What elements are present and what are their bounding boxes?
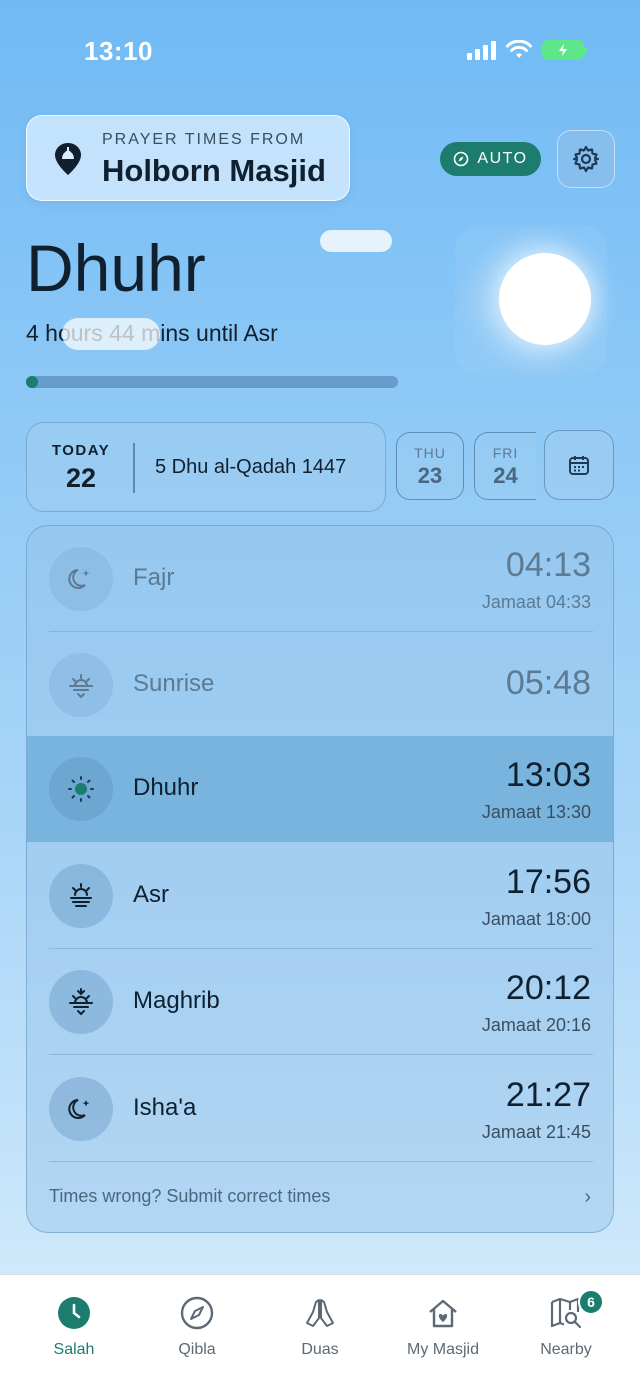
- auto-location-toggle[interactable]: AUTO: [440, 142, 541, 176]
- cloud-decoration: [62, 318, 160, 350]
- prayer-time: 17:56: [505, 863, 591, 901]
- prayer-progress-bar: [26, 376, 398, 388]
- jamaat-time: Jamaat 18:00: [481, 909, 591, 929]
- jamaat-time: Jamaat 20:16: [481, 1015, 591, 1035]
- prayer-row-ishaa[interactable]: Isha'a 21:27 Jamaat 21:45: [27, 1056, 613, 1162]
- location-pin-icon: [55, 143, 81, 175]
- sun-illustration: [499, 253, 591, 345]
- tab-my-masjid[interactable]: My Masjid: [379, 1275, 507, 1391]
- tab-salah[interactable]: Salah: [10, 1275, 138, 1391]
- tab-duas[interactable]: Duas: [256, 1275, 384, 1391]
- calendar-button[interactable]: [544, 430, 614, 500]
- today-date-card[interactable]: TODAY 22 5 Dhu al-Qadah 1447: [26, 422, 386, 512]
- submit-times-link[interactable]: Times wrong? Submit correct times ›: [49, 1186, 591, 1208]
- moon-star-icon: [49, 1077, 113, 1141]
- clock-icon: [56, 1295, 92, 1331]
- prayer-name: Asr: [133, 881, 169, 908]
- gear-icon: [572, 145, 600, 173]
- submit-times-label: Times wrong? Submit correct times: [49, 1186, 331, 1206]
- sunset-icon: [49, 970, 113, 1034]
- prayer-name: Fajr: [133, 564, 175, 591]
- auto-label: AUTO: [477, 150, 528, 167]
- tab-label: My Masjid: [406, 1341, 479, 1358]
- nearby-count-badge: 6: [578, 1289, 604, 1315]
- divider: [49, 1054, 593, 1055]
- masjid-selector[interactable]: PRAYER TIMES FROM Holborn Masjid: [26, 115, 350, 201]
- today-label: TODAY: [51, 442, 111, 459]
- current-prayer-name: Dhuhr: [26, 231, 206, 305]
- divider: [133, 443, 135, 493]
- sun-icon: [49, 757, 113, 821]
- prayer-name: Sunrise: [133, 670, 215, 697]
- tab-label: Nearby: [540, 1341, 592, 1358]
- masjid-name: Holborn Masjid: [102, 153, 326, 188]
- compass-small-icon: [454, 151, 469, 167]
- tab-qibla[interactable]: Qibla: [133, 1275, 261, 1391]
- prayer-time: 13:03: [505, 756, 591, 794]
- prayer-name: Maghrib: [133, 987, 220, 1014]
- prayer-time: 20:12: [505, 969, 591, 1007]
- tab-label: Duas: [301, 1341, 339, 1358]
- day-chip-dow: FRI: [492, 445, 519, 461]
- jamaat-time: Jamaat 13:30: [481, 802, 591, 822]
- status-bar: 13:10: [0, 0, 640, 100]
- wifi-icon: [506, 40, 532, 58]
- jamaat-time: Jamaat 21:45: [481, 1122, 591, 1142]
- status-time: 13:10: [84, 36, 153, 66]
- tab-label: Qibla: [178, 1341, 216, 1358]
- day-chip-fri[interactable]: FRI 24: [474, 432, 536, 500]
- prayer-time: 04:13: [505, 546, 591, 584]
- prayer-row-fajr[interactable]: Fajr 04:13 Jamaat 04:33: [27, 526, 613, 632]
- moon-star-icon: [49, 547, 113, 611]
- jamaat-time: Jamaat 04:33: [481, 592, 591, 612]
- praying-hands-icon: [302, 1295, 338, 1331]
- sun-horizon-icon: [49, 864, 113, 928]
- mosque-icon: [425, 1295, 461, 1331]
- chevron-right-icon: ›: [584, 1186, 591, 1208]
- day-chip-num: 24: [493, 463, 518, 488]
- day-chip-num: 23: [417, 463, 443, 488]
- sunrise-icon: [49, 653, 113, 717]
- divider: [49, 1161, 593, 1162]
- prayer-row-dhuhr[interactable]: Dhuhr 13:03 Jamaat 13:30: [27, 736, 613, 842]
- prayer-name: Isha'a: [133, 1094, 197, 1121]
- prayer-times-list: Fajr 04:13 Jamaat 04:33 Sunrise 05:48 Dh…: [26, 525, 614, 1233]
- tab-label: Salah: [53, 1341, 95, 1358]
- bottom-tab-bar: Salah Qibla Duas My Masjid 6 Nearby: [0, 1274, 640, 1391]
- today-day-number: 22: [65, 463, 97, 493]
- prayer-row-sunrise[interactable]: Sunrise 05:48: [27, 632, 613, 738]
- cellular-signal-icon: [467, 40, 496, 60]
- battery-icon: [542, 40, 587, 60]
- hijri-date: 5 Dhu al-Qadah 1447: [155, 456, 347, 478]
- day-chip-thu[interactable]: THU 23: [396, 432, 464, 500]
- prayer-row-maghrib[interactable]: Maghrib 20:12 Jamaat 20:16: [27, 949, 613, 1055]
- compass-icon: [179, 1295, 215, 1331]
- calendar-icon: [569, 456, 589, 475]
- cloud-decoration: [320, 230, 392, 252]
- prayer-progress-fill: [26, 376, 38, 388]
- settings-button[interactable]: [557, 130, 615, 188]
- prayer-name: Dhuhr: [133, 774, 199, 801]
- prayer-time: 05:48: [505, 664, 591, 702]
- prayer-time: 21:27: [505, 1076, 591, 1114]
- day-chip-dow: THU: [414, 445, 446, 461]
- masjid-source-label: PRAYER TIMES FROM: [102, 131, 306, 148]
- tab-nearby[interactable]: 6 Nearby: [502, 1275, 630, 1391]
- prayer-row-asr[interactable]: Asr 17:56 Jamaat 18:00: [27, 843, 613, 949]
- status-icons: [467, 40, 587, 60]
